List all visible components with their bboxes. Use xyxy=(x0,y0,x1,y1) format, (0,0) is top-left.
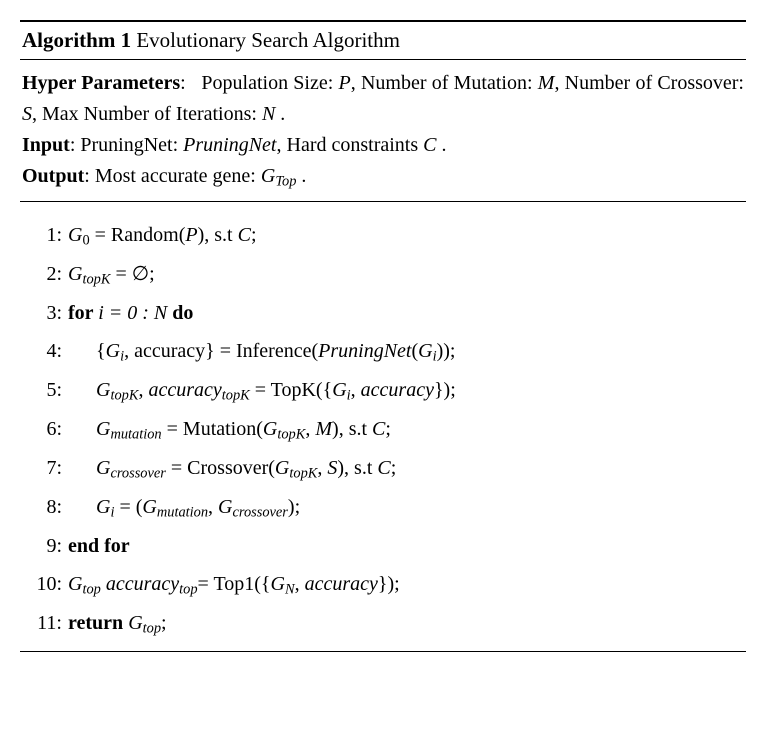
hyper-text-2: , Number of Mutation: xyxy=(351,72,538,94)
hyper-params-line: Hyper Parameters: Population Size: P, Nu… xyxy=(22,68,744,130)
step-5: 5: GtopK, accuracytopK = TopK({Gi, accur… xyxy=(22,371,744,410)
step-8: 8: Gi = (Gmutation, Gcrossover); xyxy=(22,488,744,527)
algorithm-title: Evolutionary Search Algorithm xyxy=(136,28,400,52)
step-9: 9: end for xyxy=(22,527,744,565)
step-4: 4: {Gi, accuracy} = Inference(PruningNet… xyxy=(22,332,744,371)
algorithm-steps: 1: G0 = Random(P), s.t C; 2: GtopK = ∅; … xyxy=(20,202,746,651)
hyper-dot: . xyxy=(275,103,285,125)
input-text-1: PruningNet: xyxy=(80,134,183,156)
algorithm-number: Algorithm 1 xyxy=(22,28,131,52)
lineno: 10: xyxy=(22,565,68,603)
line-content: return Gtop; xyxy=(68,604,744,643)
line-content: end for xyxy=(68,527,744,565)
bottom-rule xyxy=(20,651,746,652)
output-dot: . xyxy=(296,165,306,187)
output-line: Output: Most accurate gene: GTop . xyxy=(22,161,744,193)
line-content: for i = 0 : N do xyxy=(68,294,744,332)
algorithm-block: Algorithm 1 Evolutionary Search Algorith… xyxy=(20,20,746,652)
line-content: {Gi, accuracy} = Inference(PruningNet(Gi… xyxy=(68,332,744,371)
line-content: Gtop accuracytop= Top1({GN, accuracy}); xyxy=(68,565,744,604)
step-2: 2: GtopK = ∅; xyxy=(22,255,744,294)
symbol-G-top: G xyxy=(261,165,275,187)
step-7: 7: Gcrossover = Crossover(GtopK, S), s.t… xyxy=(22,449,744,488)
lineno: 4: xyxy=(22,332,68,370)
step-1: 1: G0 = Random(P), s.t C; xyxy=(22,216,744,255)
lineno: 6: xyxy=(22,410,68,448)
symbol-P: P xyxy=(339,72,351,94)
header-block: Hyper Parameters: Population Size: P, Nu… xyxy=(20,60,746,201)
lineno: 3: xyxy=(22,294,68,332)
step-6: 6: Gmutation = Mutation(GtopK, M), s.t C… xyxy=(22,410,744,449)
output-label: Output xyxy=(22,165,84,187)
symbol-N: N xyxy=(262,103,275,125)
lineno: 1: xyxy=(22,216,68,254)
output-text: Most accurate gene: xyxy=(95,165,261,187)
hyper-label: Hyper Parameters xyxy=(22,72,180,94)
input-line: Input: PruningNet: PruningNet, Hard cons… xyxy=(22,130,744,161)
line-content: Gi = (Gmutation, Gcrossover); xyxy=(68,488,744,527)
lineno: 9: xyxy=(22,527,68,565)
pruningnet: PruningNet xyxy=(183,134,276,156)
hyper-text-1: Population Size: xyxy=(201,72,338,94)
step-10: 10: Gtop accuracytop= Top1({GN, accuracy… xyxy=(22,565,744,604)
symbol-M: M xyxy=(538,72,555,94)
lineno: 2: xyxy=(22,255,68,293)
lineno: 7: xyxy=(22,449,68,487)
symbol-C: C xyxy=(423,134,436,156)
line-content: Gcrossover = Crossover(GtopK, S), s.t C; xyxy=(68,449,744,488)
input-dot: . xyxy=(436,134,446,156)
hyper-text-4: , Max Number of Iterations: xyxy=(32,103,262,125)
lineno: 11: xyxy=(22,604,68,642)
line-content: GtopK, accuracytopK = TopK({Gi, accuracy… xyxy=(68,371,744,410)
sub-top: Top xyxy=(275,174,296,190)
line-content: Gmutation = Mutation(GtopK, M), s.t C; xyxy=(68,410,744,449)
lineno: 5: xyxy=(22,371,68,409)
line-content: G0 = Random(P), s.t C; xyxy=(68,216,744,255)
lineno: 8: xyxy=(22,488,68,526)
input-text-2: , Hard constraints xyxy=(277,134,424,156)
hyper-text-3: , Number of Crossover: xyxy=(554,72,744,94)
step-3: 3: for i = 0 : N do xyxy=(22,294,744,332)
step-11: 11: return Gtop; xyxy=(22,604,744,643)
symbol-S: S xyxy=(22,103,32,125)
line-content: GtopK = ∅; xyxy=(68,255,744,294)
input-label: Input xyxy=(22,134,70,156)
algorithm-title-row: Algorithm 1 Evolutionary Search Algorith… xyxy=(20,22,746,59)
